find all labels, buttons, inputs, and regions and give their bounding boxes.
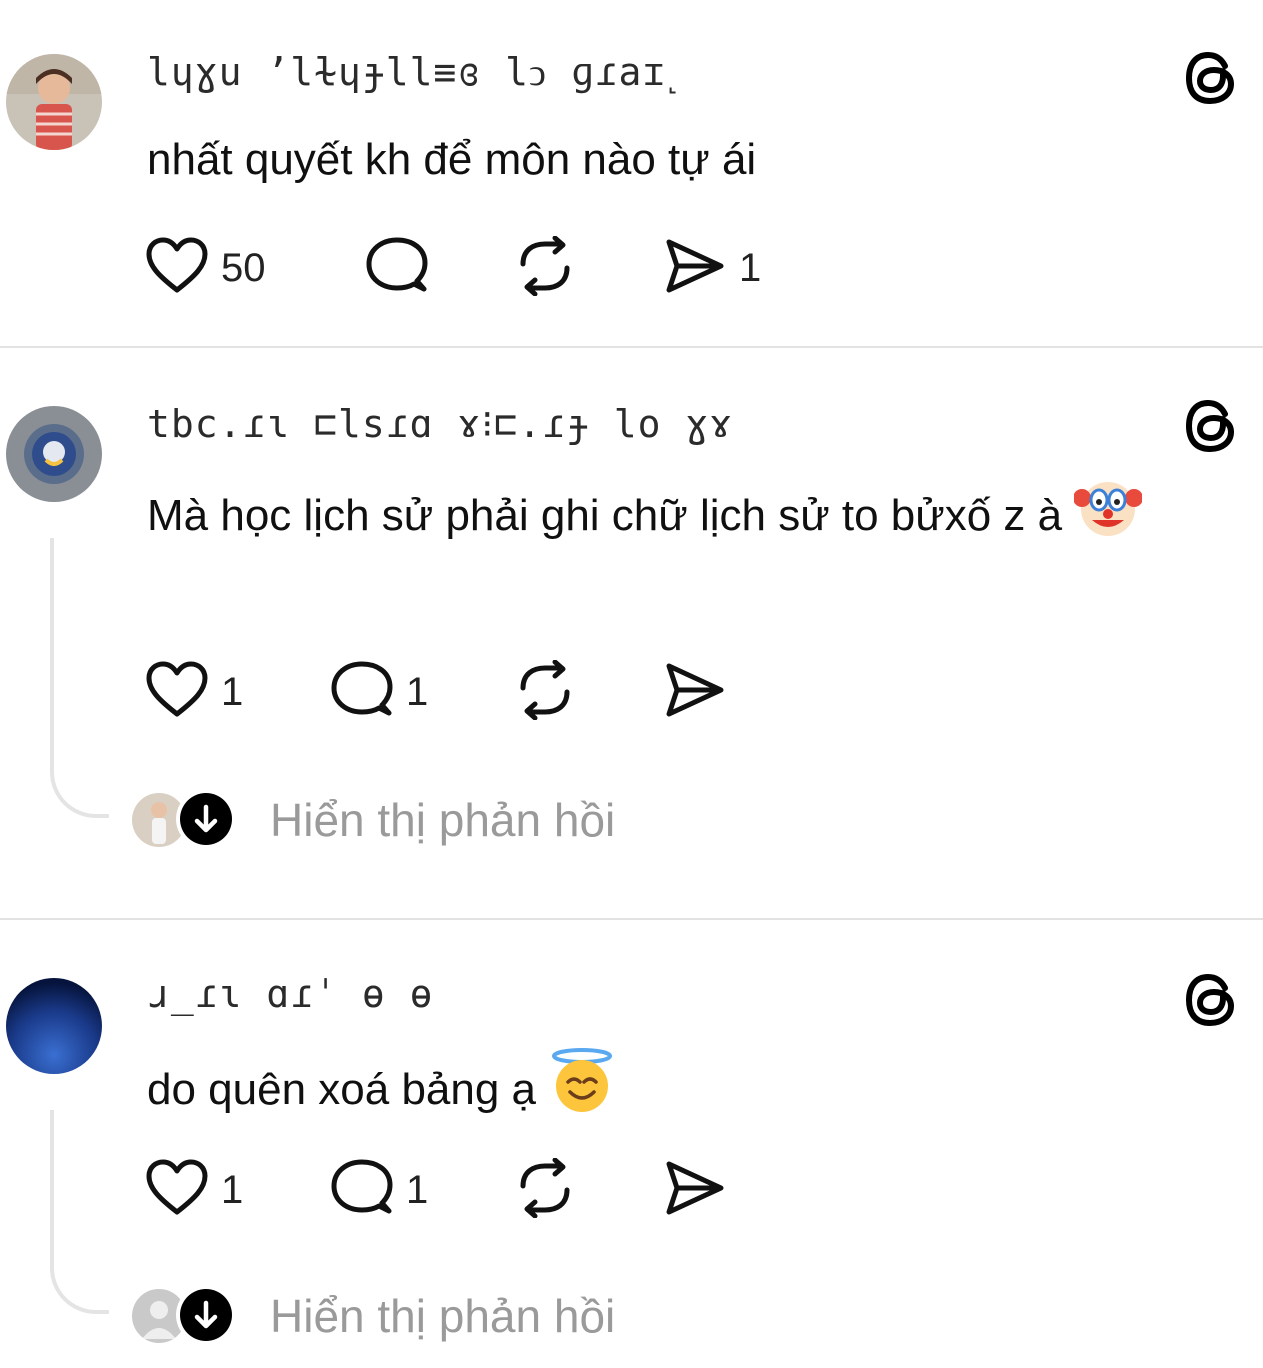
post-text-content: do quên xoá bảng ạ [147, 1065, 537, 1114]
repost-button[interactable] [513, 659, 577, 725]
reply-button[interactable]: 1 [330, 660, 429, 725]
repost-button[interactable] [513, 1157, 577, 1223]
post-text: do quên xoá bảng ạ [147, 1048, 1237, 1136]
comment-icon [330, 660, 394, 725]
like-count: 1 [221, 1167, 244, 1212]
like-button[interactable]: 1 [145, 660, 244, 725]
reply-count: 1 [406, 1167, 429, 1212]
avatar[interactable] [6, 406, 102, 502]
post-2: tbc.ɾɩ ⊏lsɾɑ ɤ⁝⊏.ɾɟ lo ɣɤ Mà học lịch sử… [0, 348, 1263, 918]
share-button[interactable] [663, 1160, 727, 1220]
arrow-down-badge [176, 789, 236, 849]
reply-avatars [132, 1285, 236, 1345]
repost-icon [513, 1157, 577, 1223]
arrow-down-badge [176, 1285, 236, 1345]
comment-icon [330, 1158, 394, 1223]
share-button[interactable] [663, 662, 727, 722]
show-replies-button[interactable]: Hiển thị phản hồi [132, 1285, 616, 1346]
reply-button[interactable]: 1 [330, 1158, 429, 1223]
show-replies-label: Hiển thị phản hồi [270, 1290, 616, 1342]
post-text: Mà học lịch sử phải ghi chữ lịch sử to b… [147, 476, 1237, 562]
share-count: 1 [739, 245, 762, 290]
avatar[interactable] [6, 54, 102, 150]
like-button[interactable]: 1 [145, 1158, 244, 1223]
send-icon [663, 236, 727, 301]
arrow-down-icon [194, 1300, 218, 1329]
post-text: nhất quyết kh để môn nào tự ái [147, 124, 1237, 196]
clown-face-emoji [1073, 476, 1144, 562]
show-replies-button[interactable]: Hiển thị phản hồi [132, 789, 616, 850]
post-3: ɹ_ɾɩ ɑɾˈ ɵ ɵ do quên xoá bảng ạ 1 1 Hiển… [0, 920, 1263, 1368]
thread-line [50, 538, 109, 818]
heart-icon [145, 1158, 209, 1223]
repost-button[interactable] [513, 235, 577, 301]
comment-icon [365, 236, 429, 301]
username[interactable]: tbc.ɾɩ ⊏lsɾɑ ɤ⁝⊏.ɾɟ lo ɣɤ [147, 402, 733, 446]
post-text-content: nhất quyết kh để môn nào tự ái [147, 135, 757, 184]
heart-icon [145, 236, 209, 301]
share-button[interactable]: 1 [663, 238, 761, 298]
send-icon [663, 1158, 727, 1223]
reply-avatars [132, 789, 236, 849]
repost-icon [513, 235, 577, 301]
username[interactable]: ɹ_ɾɩ ɑɾˈ ɵ ɵ [147, 972, 434, 1016]
threads-logo-icon[interactable] [1181, 48, 1241, 108]
post-text-content: Mà học lịch sử phải ghi chữ lịch sử to b… [147, 491, 1063, 540]
like-count: 1 [221, 669, 244, 714]
like-button[interactable]: 50 [145, 236, 266, 301]
username[interactable]: lɥɣu ʼlɫɥɟll≡ɞ lↄ ɡɾaɪ˻ [147, 50, 680, 95]
repost-icon [513, 659, 577, 725]
reply-count: 1 [406, 669, 429, 714]
reply-button[interactable] [365, 236, 429, 301]
show-replies-label: Hiển thị phản hồi [270, 794, 616, 846]
threads-logo-icon[interactable] [1181, 396, 1241, 456]
arrow-down-icon [194, 804, 218, 833]
threads-logo-icon[interactable] [1181, 970, 1241, 1030]
smiling-face-with-halo-emoji [548, 1048, 616, 1136]
post-1: lɥɣu ʼlɫɥɟll≡ɞ lↄ ɡɾaɪ˻ nhất quyết kh để… [0, 0, 1263, 346]
thread-line [50, 1110, 109, 1314]
avatar[interactable] [6, 978, 102, 1074]
heart-icon [145, 660, 209, 725]
send-icon [663, 660, 727, 725]
like-count: 50 [221, 245, 266, 290]
